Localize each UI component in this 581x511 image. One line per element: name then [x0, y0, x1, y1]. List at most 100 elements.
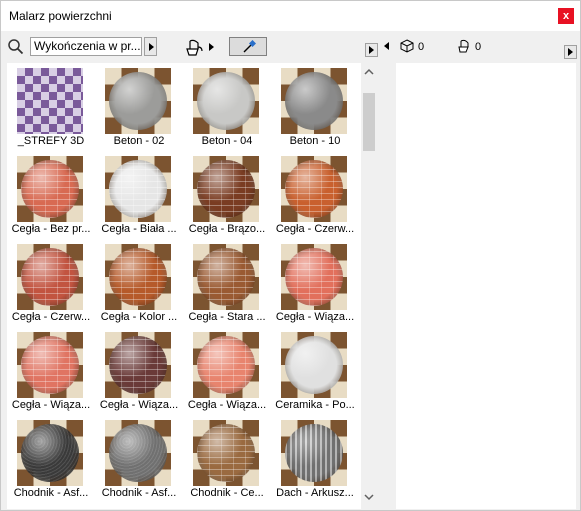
paint-bucket-icon [458, 39, 469, 53]
material-tile[interactable]: Dach - Arkusz... [271, 416, 359, 504]
material-sphere [109, 160, 167, 218]
search-filter-dropdown-button[interactable] [144, 37, 157, 56]
material-sphere [285, 160, 343, 218]
material-label: Beton - 04 [201, 135, 253, 147]
material-sphere [109, 424, 167, 482]
surface-painter-window: Malarz powierzchni x Wykończenia w pr... [0, 0, 581, 511]
cube-count: 0 [418, 41, 425, 53]
material-label: Cegła - Wiąza... [11, 399, 91, 411]
material-preview [193, 68, 259, 134]
material-sphere [21, 336, 79, 394]
material-label: Cegła - Kolor ... [100, 311, 178, 323]
material-tile[interactable]: _STREFY 3D [7, 64, 95, 152]
material-sphere [197, 424, 255, 482]
eyedropper-button[interactable] [229, 37, 267, 56]
material-label: Cegła - Biała ... [101, 223, 177, 235]
close-button[interactable]: x [558, 8, 574, 24]
material-label: Chodnik - Asf... [13, 487, 89, 499]
material-preview [193, 332, 259, 398]
material-label: Chodnik - Asf... [101, 487, 177, 499]
material-tile[interactable]: Cegła - Czerw... [7, 240, 95, 328]
material-sphere [197, 248, 255, 306]
material-label: _STREFY 3D [17, 135, 85, 147]
material-sphere [21, 160, 79, 218]
search-icon [8, 39, 24, 55]
arrow-right-icon [568, 48, 573, 56]
material-preview [105, 420, 171, 486]
bucket-count: 0 [475, 41, 482, 53]
eyedropper-icon [243, 40, 256, 53]
material-tile[interactable]: Beton - 02 [95, 64, 183, 152]
material-label: Cegła - Wiąza... [187, 399, 267, 411]
material-tile[interactable]: Cegła - Wiąza... [7, 328, 95, 416]
arrow-right-icon [369, 46, 374, 54]
material-preview [105, 332, 171, 398]
material-tile[interactable]: Cegła - Kolor ... [95, 240, 183, 328]
material-label: Beton - 10 [289, 135, 341, 147]
window-title: Malarz powierzchni [9, 9, 112, 23]
panel-toggle-button[interactable] [365, 43, 378, 57]
material-preview [105, 156, 171, 222]
vertical-scrollbar[interactable] [361, 63, 377, 509]
scroll-down-arrow-icon[interactable] [364, 493, 374, 501]
material-preview [105, 244, 171, 310]
material-preview [193, 244, 259, 310]
material-tile[interactable]: Cegła - Stara ... [183, 240, 271, 328]
material-preview [281, 420, 347, 486]
material-label: Cegła - Czerw... [11, 311, 91, 323]
material-preview [17, 244, 83, 310]
material-tile[interactable]: Beton - 10 [271, 64, 359, 152]
material-preview [193, 156, 259, 222]
scroll-thumb[interactable] [363, 93, 375, 151]
material-sphere [109, 248, 167, 306]
scroll-up-arrow-icon[interactable] [364, 68, 374, 76]
material-label: Ceramika - Po... [275, 399, 355, 411]
arrow-left-icon[interactable] [384, 42, 389, 50]
search-input[interactable]: Wykończenia w pr... [30, 37, 142, 56]
material-preview [105, 68, 171, 134]
right-panel-expand-button[interactable] [564, 45, 577, 59]
material-preview [281, 244, 347, 310]
material-label: Beton - 02 [113, 135, 165, 147]
material-sphere [109, 72, 167, 130]
material-label: Cegła - Wiąza... [275, 311, 355, 323]
material-tile[interactable]: Cegła - Bez pr... [7, 152, 95, 240]
bucket-dropdown-arrow-icon[interactable] [209, 43, 214, 51]
material-preview [17, 156, 83, 222]
material-grid: _STREFY 3D Beton - 02 Beton - 04 Beton - 10… [7, 63, 361, 509]
material-preview [193, 420, 259, 486]
arrow-right-icon [149, 43, 154, 51]
material-preview [281, 156, 347, 222]
material-sphere [285, 72, 343, 130]
paint-bucket-icon[interactable] [184, 37, 206, 57]
material-tile[interactable]: Cegła - Biała ... [95, 152, 183, 240]
preview-background [17, 68, 83, 134]
material-tile[interactable]: Beton - 04 [183, 64, 271, 152]
material-tile[interactable]: Chodnik - Ce... [183, 416, 271, 504]
title-bar: Malarz powierzchni x [1, 1, 580, 31]
material-sphere [285, 248, 343, 306]
material-preview [17, 68, 83, 134]
material-label: Chodnik - Ce... [190, 487, 264, 499]
material-preview [17, 332, 83, 398]
material-tile[interactable]: Ceramika - Po... [271, 328, 359, 416]
material-sphere [21, 424, 79, 482]
material-tile[interactable]: Cegła - Wiąza... [95, 328, 183, 416]
material-label: Cegła - Bez pr... [11, 223, 91, 235]
material-sphere [197, 160, 255, 218]
material-tile[interactable]: Chodnik - Asf... [95, 416, 183, 504]
material-label: Dach - Arkusz... [276, 487, 354, 499]
material-tile[interactable]: Cegła - Wiąza... [183, 328, 271, 416]
material-tile[interactable]: Chodnik - Asf... [7, 416, 95, 504]
material-sphere [21, 248, 79, 306]
material-tile[interactable]: Cegła - Czerw... [271, 152, 359, 240]
material-sphere [197, 336, 255, 394]
material-preview [281, 332, 347, 398]
material-tile[interactable]: Cegła - Brązo... [183, 152, 271, 240]
material-label: Cegła - Wiąza... [99, 399, 179, 411]
material-label: Cegła - Czerw... [275, 223, 355, 235]
material-sphere [285, 336, 343, 394]
cube-icon [400, 39, 414, 53]
material-tile[interactable]: Cegła - Wiąza... [271, 240, 359, 328]
right-toolbar: 0 0 [394, 36, 580, 60]
